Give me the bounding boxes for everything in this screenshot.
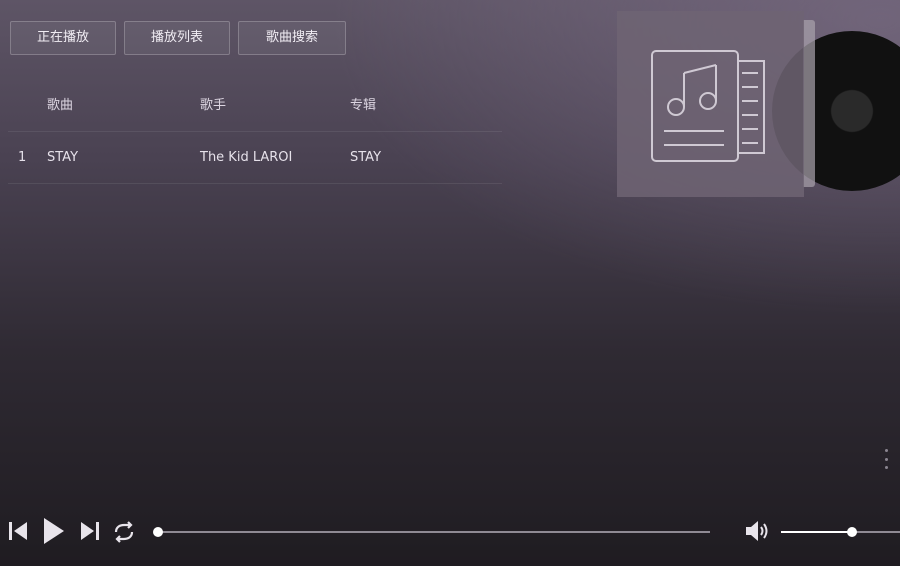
row-song: STAY bbox=[47, 150, 79, 165]
tab-song-search[interactable]: 歌曲搜索 bbox=[238, 21, 346, 55]
volume-icon[interactable] bbox=[744, 519, 772, 543]
playlist-table: 歌曲 歌手 专辑 1 STAY The Kid LAROI STAY bbox=[8, 80, 502, 184]
play-icon[interactable] bbox=[42, 516, 66, 546]
progress-knob[interactable] bbox=[153, 527, 163, 537]
tab-bar: 正在播放 播放列表 歌曲搜索 bbox=[10, 21, 346, 55]
album-cover bbox=[617, 11, 804, 197]
album-art bbox=[617, 11, 900, 197]
tab-now-playing[interactable]: 正在播放 bbox=[10, 21, 116, 55]
skip-next-icon[interactable] bbox=[80, 520, 100, 542]
volume-fill bbox=[781, 531, 853, 533]
header-song: 歌曲 bbox=[47, 98, 74, 113]
resize-handle[interactable] bbox=[883, 449, 889, 469]
header-artist: 歌手 bbox=[200, 98, 227, 113]
row-artist: The Kid LAROI bbox=[200, 150, 293, 165]
sleeve-edge bbox=[803, 20, 815, 187]
player-controls bbox=[0, 510, 900, 554]
volume-knob[interactable] bbox=[847, 527, 858, 537]
volume-slider[interactable] bbox=[781, 527, 900, 537]
row-number: 1 bbox=[18, 150, 27, 165]
skip-previous-icon[interactable] bbox=[8, 520, 28, 542]
progress-bar[interactable] bbox=[158, 531, 710, 533]
repeat-icon[interactable] bbox=[112, 521, 136, 543]
music-note-document-icon bbox=[651, 50, 765, 162]
table-row[interactable]: 1 STAY The Kid LAROI STAY bbox=[8, 132, 502, 184]
tab-playlist[interactable]: 播放列表 bbox=[124, 21, 230, 55]
header-album: 专辑 bbox=[350, 98, 377, 113]
table-header: 歌曲 歌手 专辑 bbox=[8, 80, 502, 132]
row-album: STAY bbox=[350, 150, 382, 165]
